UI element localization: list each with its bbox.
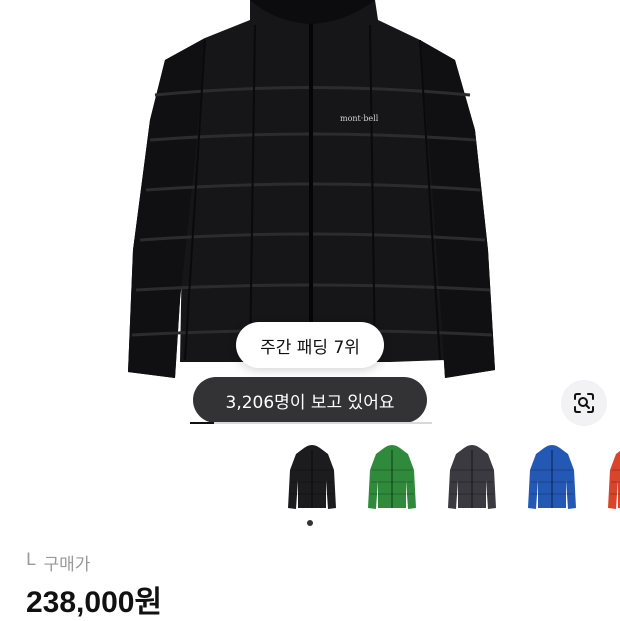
price-value: 238,000원 [26, 586, 163, 619]
size-price-label-row: L 구매가 [26, 550, 90, 575]
jacket-thumbnail-icon [608, 451, 620, 509]
color-thumbnail-green[interactable] [360, 440, 424, 516]
jacket-thumbnail-icon [528, 445, 576, 509]
color-thumbnail-list [280, 440, 620, 520]
color-thumbnail-red[interactable] [600, 440, 620, 516]
weekly-rank-badge: 주간 패딩 7위 [236, 322, 384, 368]
color-thumbnail-blue[interactable] [520, 440, 584, 516]
jacket-thumbnail-icon [368, 445, 416, 509]
jacket-thumbnail-icon [448, 445, 496, 509]
color-thumbnail-dark-gray[interactable] [440, 440, 504, 516]
lens-search-button[interactable] [561, 380, 607, 426]
jacket-thumbnail-icon [288, 445, 336, 509]
gallery-progress-fill [190, 422, 215, 424]
gallery-progress-bar [190, 422, 432, 424]
price-label: 구매가 [43, 555, 91, 575]
lens-search-icon [574, 393, 594, 413]
size-label: L [26, 550, 36, 570]
brand-logo: mont·bell [340, 114, 379, 123]
viewers-badge: 3,206명이 보고 있어요 [193, 377, 427, 423]
selected-indicator-dot [307, 520, 313, 526]
color-thumbnail-black[interactable] [280, 440, 344, 516]
